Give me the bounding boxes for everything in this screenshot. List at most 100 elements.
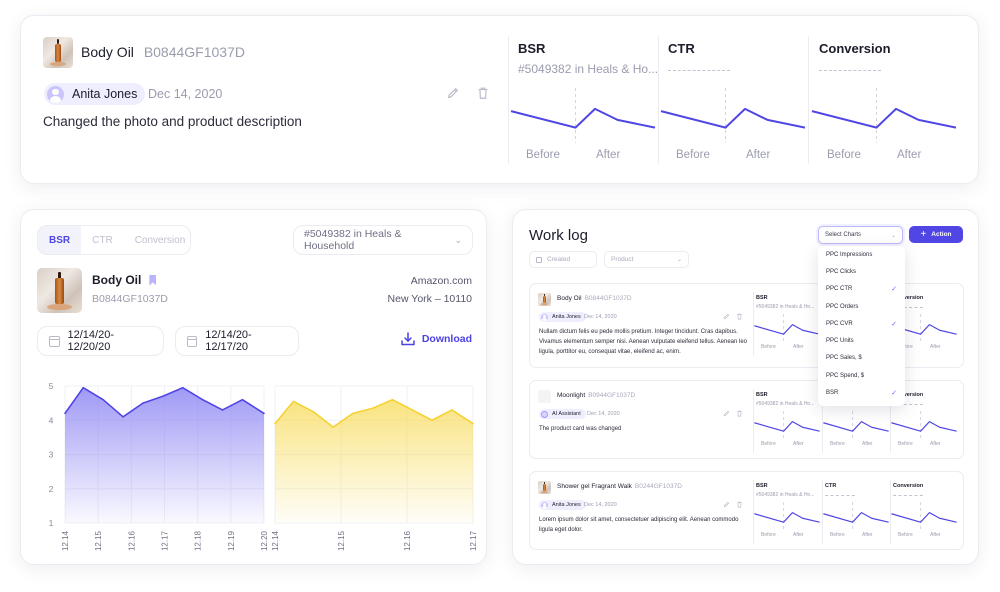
date-range-picker-2[interactable]: 12/14/20-12/17/20 [175,326,299,356]
trash-icon[interactable] [736,501,743,508]
product-thumbnail [538,390,551,403]
after-label: After [930,344,941,350]
data-point [221,409,224,411]
user-name: Anita Jones [72,87,138,101]
entry-description: Lorem ipsum dolor sit amet, consectetuer… [539,517,739,533]
data-point [64,412,66,415]
data-point [472,422,474,425]
tab-ctr[interactable]: CTR [81,226,124,254]
tab-bsr[interactable]: BSR [38,226,82,254]
download-button[interactable]: Download [400,331,472,347]
sparkline [660,88,806,143]
edit-icon[interactable] [723,313,730,320]
dropdown-option[interactable]: PPC Clicks [818,263,905,280]
metric-placeholder [825,495,855,496]
area-charts: 1 2 3 4 5 12.14 12.15 12.16 12.17 12.18 12.19 12.20… [49,381,478,551]
work-log-card: Work log Created Product ⌄ Select Charts… [512,209,979,565]
before-label: Before [761,532,776,538]
dropdown-option[interactable]: PPC Units [818,332,905,349]
product-name: Body Oil [81,44,134,60]
before-label: Before [761,344,776,350]
rank-category-select[interactable]: #5049382 in Heals & Household ⌄ [293,225,473,255]
avatar [47,85,64,103]
metric-subtitle: #5049382 in Heals & Ho... [756,304,815,310]
x-tick-label: 12.16 [127,530,136,551]
add-action-button[interactable]: + Action [909,226,963,243]
user-badge: Anita Jones [44,83,146,105]
data-point [274,422,276,425]
metric-placeholder [668,70,730,71]
created-date-filter[interactable]: Created [529,251,597,268]
entry-date: Dec 14, 2020 [148,87,223,101]
metric-title: BSR [756,295,768,301]
before-label: Before [830,441,845,447]
sparkline [891,502,957,530]
data-point [201,398,204,401]
edit-icon[interactable] [723,501,730,508]
metric-bsr: BSR #5049382 in Heals & Ho... Before After [753,389,821,453]
bookmark-icon[interactable] [149,274,157,286]
x-tick-label: 12.15 [337,530,346,551]
data-point [451,409,453,411]
calendar-icon [187,335,198,347]
sparkline [754,314,820,342]
metric-title: BSR [756,483,768,489]
trend-line [823,512,889,523]
trash-icon[interactable] [736,313,743,320]
check-icon: ✓ [891,286,897,294]
sparkline [823,502,889,530]
edit-icon[interactable] [446,86,460,100]
dropdown-option[interactable]: PPC Sales, $ [818,350,905,367]
after-label: After [930,532,941,538]
before-label: Before [676,149,710,161]
work-log-entry[interactable]: Shower gel Fragrant Walk B0244GF1037D Anit… [529,471,964,550]
entry-date: Dec 14, 2020 [584,314,617,320]
product-sku: B0244GF1037D [634,483,682,490]
tab-conversion[interactable]: Conversion [124,226,197,254]
data-point [122,416,124,418]
edit-icon[interactable] [723,410,730,417]
product-sku: B0944GF1037D [588,392,636,399]
x-tick-label: 12.14 [271,530,280,551]
dropdown-option[interactable]: PPC Impressions [818,246,905,263]
trend-line [754,324,820,335]
check-icon: ✓ [891,390,897,398]
download-icon [401,332,415,346]
y-tick-label: 4 [49,415,54,425]
metric-conversion: Conversion Before After [890,480,958,544]
product-filter-select[interactable]: Product ⌄ [604,251,689,268]
date-range-picker-1[interactable]: 12/14/20-12/20/20 [37,326,164,356]
data-point [411,409,414,411]
before-label: Before [830,532,845,538]
sparkline [891,411,957,439]
change-summary-card: Body Oil B0844GF1037D Anita Jones Dec 14… [20,15,979,184]
dropdown-option[interactable]: PPC Spend, $ [818,367,905,384]
trash-icon[interactable] [736,410,743,417]
entry-description: The product card was changed [539,426,622,432]
bsr-area-chart-b: 12.14 12.15 12.16 12.17 [271,385,478,551]
trash-icon[interactable] [476,86,490,100]
dropdown-option[interactable]: PPC Orders [818,298,905,315]
x-tick-label: 12.20 [260,530,269,551]
dropdown-option[interactable]: PPC CTR ✓ [818,281,905,298]
before-label: Before [898,532,913,538]
action-label: Action [931,231,952,238]
trend-line [823,421,889,432]
sparkline [510,88,656,143]
metric-subtitle: #5049382 in Heals & Ho... [756,492,815,498]
trend-line [754,512,820,523]
metric-title: CTR [668,41,695,56]
metric-title: Conversion [893,483,924,489]
option-label: PPC Orders [826,303,859,310]
dropdown-option[interactable]: BSR ✓ [818,384,905,401]
select-charts-dropdown[interactable]: Select Charts ⌄ [818,226,903,244]
product-name: Body Oil [92,273,142,287]
sparkline [823,411,889,439]
x-tick-label: 12.18 [194,530,203,551]
calendar-icon [536,256,542,263]
option-label: BSR [826,390,839,397]
product-title: Moonlight B0944GF1037D [557,392,635,399]
product-title: Body Oil B0844GF1037D [557,295,632,302]
product-sku: B0844GF1037D [92,293,168,305]
dropdown-option[interactable]: PPC CVR ✓ [818,315,905,332]
